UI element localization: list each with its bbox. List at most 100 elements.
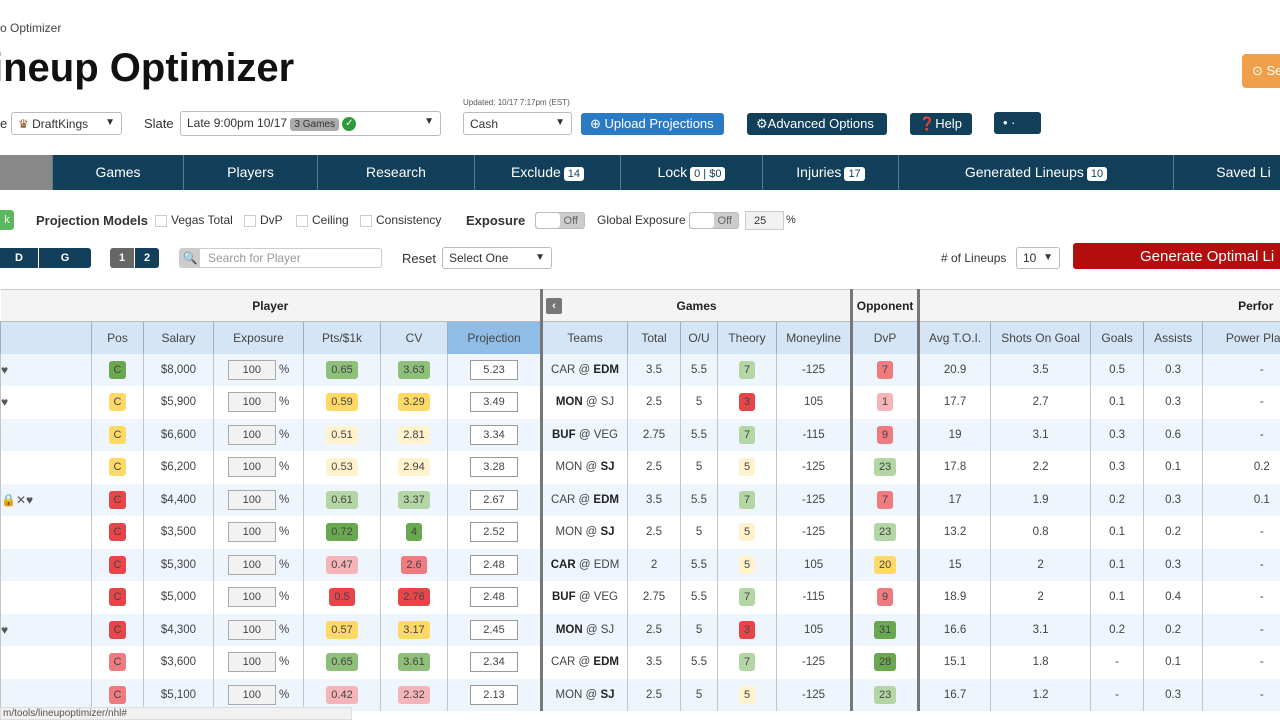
player-actions[interactable]: ♥ <box>0 353 92 386</box>
column-header-salary[interactable]: Salary <box>143 321 214 354</box>
exposure-toggle[interactable]: Off <box>535 212 585 229</box>
column-header-pts-per-1k[interactable]: Pts/$1k <box>303 321 381 354</box>
tab-lock[interactable]: Lock 0 | $0 <box>620 155 762 190</box>
player-actions[interactable] <box>0 451 92 484</box>
exposure-input[interactable]: 100 <box>227 489 276 510</box>
exposure-input[interactable]: 100 <box>227 424 276 445</box>
column-header-pos[interactable]: Pos <box>91 321 144 354</box>
column-header-exposure[interactable]: Exposure <box>213 321 304 354</box>
exposure-input[interactable]: 100 <box>227 684 276 705</box>
table-row[interactable]: C $3,500 100 % 0.72 4 2.52 MON @ SJ 2.5 5 5-… <box>0 516 1280 549</box>
page-2-button[interactable]: 2 <box>135 248 159 268</box>
column-header-goals[interactable]: Goals <box>1090 321 1144 354</box>
help-button[interactable]: ❓Help <box>910 113 972 135</box>
player-actions[interactable]: 🔒✕♥ <box>0 483 92 516</box>
lock-x-heart-icons[interactable]: 🔒✕♥ <box>2 493 34 507</box>
projection-input[interactable]: 2.34 <box>470 652 518 673</box>
table-row[interactable]: C $5,300 100 % 0.47 2.6 2.48 CAR @ EDM 2 5.… <box>0 548 1280 581</box>
tab-exclude[interactable]: Exclude 14 <box>474 155 620 190</box>
column-header-assists[interactable]: Assists <box>1143 321 1203 354</box>
exposure-input[interactable]: 100 <box>227 392 276 413</box>
slate-select[interactable]: Late 9:00pm 10/17 3 Games ✓ ▼ <box>180 111 441 136</box>
player-actions[interactable] <box>0 516 92 549</box>
exposure-input[interactable]: 100 <box>227 554 276 575</box>
tab-injuries[interactable]: Injuries 17 <box>762 155 898 190</box>
exposure-input[interactable]: 100 <box>227 619 276 640</box>
exposure-input[interactable]: 100 <box>227 457 276 478</box>
projection-input[interactable]: 2.13 <box>470 684 518 705</box>
position-filter-g[interactable]: G <box>39 248 91 268</box>
generate-button[interactable]: Generate Optimal Li <box>1073 243 1280 269</box>
column-header-theory[interactable]: Theory <box>717 321 777 354</box>
model-vegas-total[interactable]: Vegas Total <box>155 213 233 227</box>
column-header-avg-toi[interactable]: Avg T.O.I. <box>917 321 991 354</box>
projection-input[interactable]: 2.48 <box>470 554 518 575</box>
mode-select[interactable]: Cash ▼ <box>463 112 572 135</box>
table-row[interactable]: C $6,200 100 % 0.53 2.94 3.28 MON @ SJ 2.5… <box>0 451 1280 484</box>
model-ceiling[interactable]: Ceiling <box>296 213 349 227</box>
table-row[interactable]: ♥ C $4,300 100 % 0.57 3.17 2.45 MON @ SJ 2… <box>0 613 1280 646</box>
exposure-input[interactable]: 100 <box>227 587 276 608</box>
player-actions[interactable] <box>0 418 92 451</box>
lock-x-heart-icons[interactable]: ♥ <box>2 623 9 637</box>
page-1-button[interactable]: 1 <box>110 248 134 268</box>
upload-projections-button[interactable]: ⊕ Upload Projections <box>581 113 724 135</box>
column-header-teams[interactable]: Teams <box>540 321 628 354</box>
column-header-total[interactable]: Total <box>627 321 681 354</box>
projection-input[interactable]: 2.52 <box>470 522 518 543</box>
table-row[interactable]: C $6,600 100 % 0.51 2.81 3.34 BUF @ VEG 2.… <box>0 418 1280 451</box>
checkbox[interactable] <box>296 214 308 227</box>
lineups-select[interactable]: 10 ▼ <box>1016 247 1060 269</box>
projection-input[interactable]: 2.48 <box>470 587 518 608</box>
table-row[interactable]: ♥ C $5,900 100 % 0.59 3.29 3.49 MON @ SJ 2… <box>0 386 1280 419</box>
model-dvp[interactable]: DvP <box>244 213 283 227</box>
checkbox[interactable] <box>155 214 167 227</box>
column-header-name[interactable] <box>0 321 92 354</box>
tab-players[interactable]: Players <box>183 155 317 190</box>
table-row[interactable]: ♥ C $8,000 100 % 0.65 3.63 5.23 CAR @ EDM … <box>0 353 1280 386</box>
checkbox[interactable] <box>360 214 372 227</box>
exposure-input[interactable]: 100 <box>227 359 276 380</box>
projection-input[interactable]: 5.23 <box>470 359 518 380</box>
collapse-left-icon[interactable]: ‹ <box>546 298 563 314</box>
model-consistency[interactable]: Consistency <box>360 213 441 227</box>
projection-input[interactable]: 3.34 <box>470 424 518 445</box>
advanced-options-button[interactable]: ⚙Advanced Options <box>747 113 887 135</box>
tab-games[interactable]: Games <box>52 155 183 190</box>
player-actions[interactable]: ♥ <box>0 613 92 646</box>
lock-x-heart-icons[interactable]: ♥ <box>2 395 9 409</box>
exposure-input[interactable]: 100 <box>227 652 276 673</box>
projection-input[interactable]: 2.45 <box>470 619 518 640</box>
reset-select[interactable]: Select One ▼ <box>442 247 552 269</box>
column-header-power-play-points[interactable]: Power Play P <box>1202 321 1280 354</box>
projection-input[interactable]: 3.49 <box>470 392 518 413</box>
player-actions[interactable] <box>0 548 92 581</box>
column-header-cv[interactable]: CV <box>380 321 448 354</box>
column-header-shots-on-goal[interactable]: Shots On Goal <box>990 321 1091 354</box>
global-exposure-toggle[interactable]: Off <box>689 212 739 229</box>
column-header-dvp[interactable]: DvP <box>850 321 919 354</box>
player-actions[interactable] <box>0 581 92 614</box>
tab-generated-lineups[interactable]: Generated Lineups 10 <box>898 155 1173 190</box>
global-exposure-input[interactable]: 25 <box>745 211 784 230</box>
green-button[interactable]: k <box>0 210 14 230</box>
projection-input[interactable]: 2.67 <box>470 489 518 510</box>
column-header-moneyline[interactable]: Moneyline <box>776 321 852 354</box>
toggle-button[interactable]: • · <box>994 112 1041 134</box>
projection-input[interactable]: 3.28 <box>470 457 518 478</box>
column-header-projection[interactable]: Projection <box>446 321 542 354</box>
player-search[interactable]: 🔍 Search for Player <box>179 248 382 268</box>
table-row[interactable]: C $5,000 100 % 0.5 2.76 2.48 BUF @ VEG 2.7… <box>0 581 1280 614</box>
exposure-input[interactable]: 100 <box>227 522 276 543</box>
checkbox[interactable] <box>244 214 256 227</box>
player-actions[interactable]: ♥ <box>0 386 92 419</box>
breadcrumb[interactable]: o Optimizer <box>0 21 61 35</box>
tab-research[interactable]: Research <box>317 155 474 190</box>
position-filter-d[interactable]: D <box>0 248 38 268</box>
lock-x-heart-icons[interactable]: ♥ <box>2 363 9 377</box>
tab-saved-lineups[interactable]: Saved Li <box>1173 155 1280 190</box>
column-header-ou[interactable]: O/U <box>680 321 718 354</box>
table-row[interactable]: C $3,600 100 % 0.65 3.61 2.34 CAR @ EDM 3.… <box>0 646 1280 679</box>
site-select[interactable]: ♛ DraftKings ▼ <box>11 112 122 135</box>
player-actions[interactable] <box>0 646 92 679</box>
